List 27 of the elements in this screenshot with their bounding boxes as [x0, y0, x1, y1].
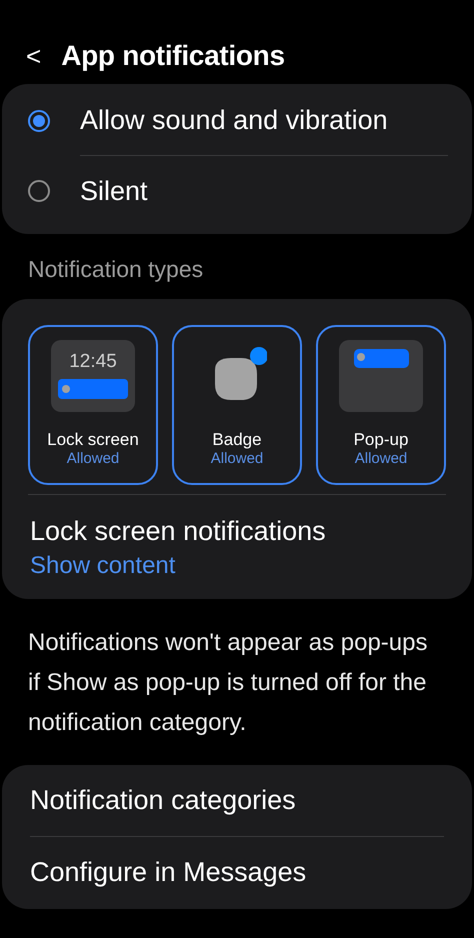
- clock-text: 12:45: [69, 352, 117, 370]
- notification-bar-icon: [354, 348, 408, 368]
- info-text: Notifications won't appear as pop-ups if Show as pop-up is turned off for the notification category.: [27, 628, 428, 738]
- tile-label: Lock screen: [47, 428, 139, 450]
- section-header: Notification types: [27, 255, 204, 284]
- radio-option[interactable]: Silent: [2, 156, 472, 226]
- option-label: Allow sound and vibration: [80, 86, 448, 156]
- radio-button[interactable]: [28, 110, 50, 132]
- tile-status: Allowed: [66, 450, 120, 468]
- menu-item[interactable]: Notification categories: [30, 764, 444, 836]
- back-button[interactable]: <: [26, 43, 42, 69]
- option-label: Silent: [80, 174, 149, 208]
- notification-type-tile[interactable]: 12:45 Lock screen Allowed: [28, 324, 158, 484]
- notification-type-tile[interactable]: Badge Allowed: [172, 324, 302, 484]
- radio-button[interactable]: [28, 180, 50, 202]
- menu-item[interactable]: Configure in Messages: [30, 836, 444, 908]
- setting-value: Show content: [30, 550, 176, 580]
- tile-label: Badge: [212, 428, 262, 450]
- lock-screen-setting[interactable]: Lock screen notifications Show content: [2, 494, 472, 598]
- tile-label: Pop-up: [354, 428, 408, 450]
- radio-option[interactable]: Allow sound and vibration: [2, 86, 472, 156]
- setting-title: Lock screen notifications: [30, 514, 327, 548]
- tile-status: Allowed: [210, 450, 264, 468]
- page-title: App notifications: [61, 39, 285, 73]
- notification-type-tile[interactable]: Pop-up Allowed: [316, 324, 446, 484]
- notification-bar-icon: [58, 378, 128, 398]
- tile-status: Allowed: [354, 450, 408, 468]
